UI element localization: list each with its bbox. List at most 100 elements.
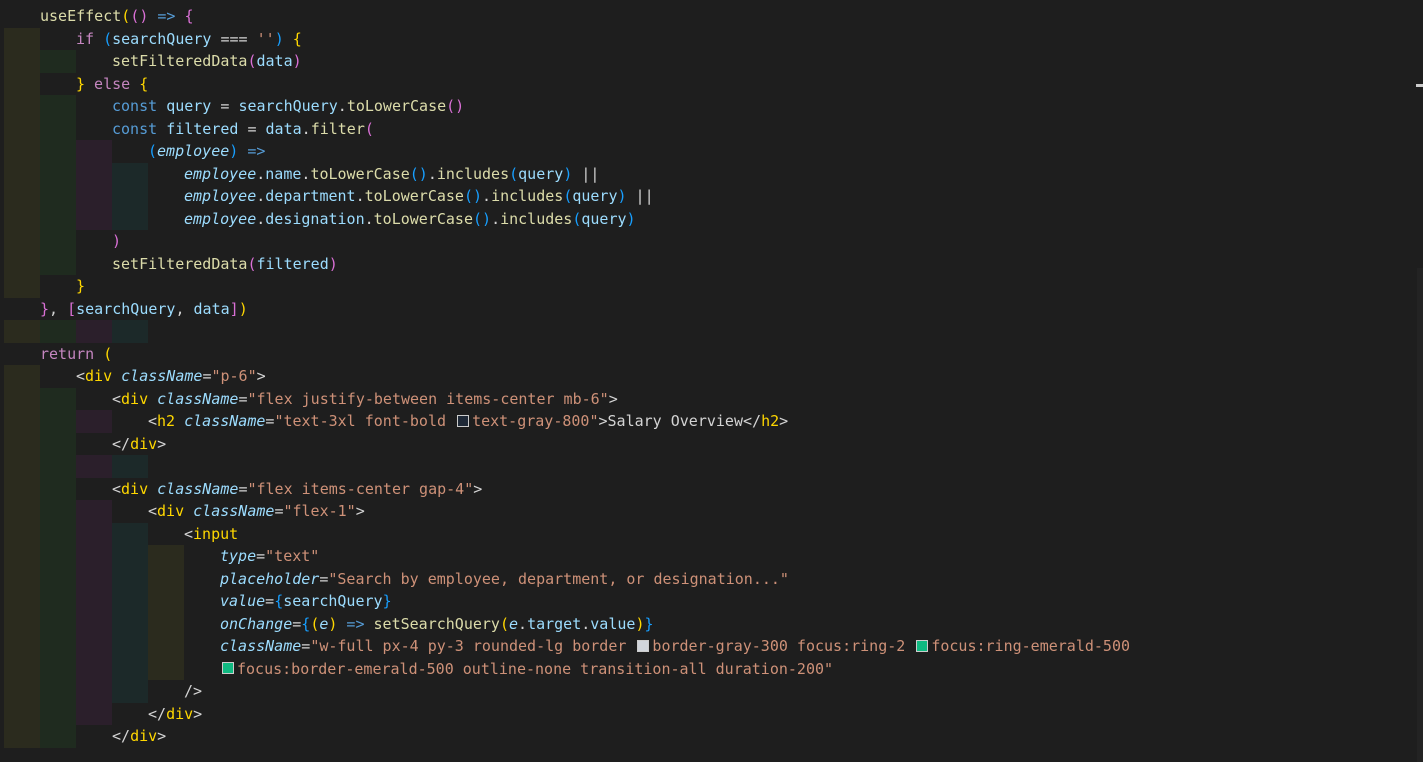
code-line[interactable]: } [0, 275, 1423, 298]
indent-guide [4, 477, 40, 500]
code-line[interactable]: onChange={(e) => setSearchQuery(e.target… [0, 612, 1423, 635]
code-line[interactable]: <div className="flex justify-between ite… [0, 387, 1423, 410]
code-text: employee.designation.toLowerCase().inclu… [184, 208, 636, 231]
code-line[interactable]: employee.department.toLowerCase().includ… [0, 185, 1423, 208]
color-swatch[interactable] [637, 639, 650, 652]
indent-guide [112, 162, 148, 185]
code-token: < [76, 367, 86, 385]
code-token: query [518, 164, 564, 183]
indent-guide [40, 185, 76, 208]
indent-guide [4, 410, 40, 433]
code-line[interactable] [0, 455, 1423, 478]
code-token: ( [364, 119, 374, 138]
code-token: className [220, 637, 302, 655]
code-token: < [148, 502, 158, 520]
code-line[interactable]: </div> [0, 702, 1423, 725]
code-text: <h2 className="text-3xl font-bold text-g… [148, 410, 788, 433]
code-line[interactable]: setFilteredData(filtered) [0, 252, 1423, 275]
code-line[interactable]: <div className="p-6"> [0, 365, 1423, 388]
code-token: searchQuery [112, 29, 212, 48]
code-text: } [76, 275, 85, 298]
code-token: = [301, 637, 311, 655]
code-text: if (searchQuery === '') { [76, 28, 302, 51]
code-token: className [157, 479, 239, 498]
color-swatch[interactable] [916, 639, 929, 652]
indent-guide [40, 387, 76, 410]
code-token: [ [67, 299, 77, 318]
code-line[interactable]: <h2 className="text-3xl font-bold text-g… [0, 410, 1423, 433]
code-token: > [157, 727, 167, 745]
code-line[interactable]: if (searchQuery === '') { [0, 27, 1423, 51]
indent-guide [4, 320, 40, 343]
code-token: setFilteredData [112, 52, 248, 70]
indent-guide [76, 140, 112, 163]
code-line[interactable]: }, [searchQuery, data]) [0, 298, 1423, 321]
code-line[interactable]: placeholder="Search by employee, departm… [0, 567, 1423, 591]
indent-guide [4, 50, 40, 73]
code-line[interactable]: /> [0, 680, 1423, 703]
code-token: . [482, 187, 492, 205]
code-line[interactable]: </div> [0, 432, 1423, 455]
code-line[interactable]: ) [0, 230, 1423, 253]
code-text: type="text" [220, 545, 319, 568]
code-token: e [509, 614, 519, 633]
code-line[interactable]: setFilteredData(data) [0, 50, 1423, 73]
code-line[interactable]: </div> [0, 725, 1423, 748]
indent-guide [148, 612, 184, 635]
code-token: className [184, 412, 266, 430]
code-token: { [301, 614, 311, 633]
code-text: (employee) => [148, 140, 265, 163]
code-token: . [337, 97, 347, 115]
indent-guide [40, 612, 76, 635]
color-swatch[interactable] [222, 662, 234, 674]
code-editor[interactable]: useEffect(() => {if (searchQuery === '')… [0, 0, 1423, 762]
code-token: . [256, 164, 266, 183]
code-line[interactable]: type="text" [0, 545, 1423, 568]
code-token: className [157, 389, 239, 408]
code-token: toLowerCase [364, 187, 464, 205]
indent-guide [4, 185, 40, 208]
indent-guide [4, 27, 40, 50]
code-token: setFilteredData [112, 254, 248, 273]
code-line[interactable]: return ( [0, 343, 1423, 366]
code-line[interactable]: <div className="flex items-center gap-4"… [0, 477, 1423, 500]
code-line[interactable]: const query = searchQuery.toLowerCase() [0, 95, 1423, 118]
code-token: else [85, 74, 140, 93]
code-token: filtered [166, 119, 239, 138]
indent-guide [40, 410, 76, 433]
code-line[interactable]: <input [0, 522, 1423, 545]
code-line[interactable]: className="w-full px-4 py-3 rounded-lg b… [0, 635, 1423, 658]
code-line[interactable]: focus:border-emerald-500 outline-none tr… [0, 657, 1423, 680]
color-swatch[interactable] [457, 414, 470, 427]
code-line[interactable]: (employee) => [0, 140, 1423, 163]
code-line[interactable]: employee.designation.toLowerCase().inclu… [0, 207, 1423, 231]
code-text: <div className="p-6"> [76, 365, 266, 388]
indent-guide [76, 567, 112, 590]
code-token: ) [563, 164, 573, 183]
code-line[interactable]: const filtered = data.filter( [0, 117, 1423, 140]
indent-guide [40, 162, 76, 185]
code-token: h2 [157, 412, 176, 430]
code-token: div [157, 502, 185, 520]
code-token: Salary Overview [607, 412, 743, 430]
code-token: < [112, 389, 122, 408]
code-text: placeholder="Search by employee, departm… [220, 568, 789, 591]
code-token: employee [184, 164, 257, 183]
code-token: employee [184, 209, 257, 228]
code-token: () [130, 7, 149, 25]
code-token: includes [436, 164, 510, 183]
code-line[interactable]: value={searchQuery} [0, 590, 1423, 613]
code-line[interactable]: } else { [0, 72, 1423, 95]
indent-guide [4, 95, 40, 118]
indent-guide [76, 680, 112, 703]
code-token: . [355, 187, 365, 205]
indent-guide [4, 657, 40, 680]
code-line[interactable]: employee.name.toLowerCase().includes(que… [0, 162, 1423, 185]
code-line[interactable]: useEffect(() => { [0, 5, 1423, 28]
code-line[interactable]: <div className="flex-1"> [0, 500, 1423, 523]
indent-guide [112, 320, 148, 343]
indent-guide [112, 207, 148, 230]
code-line[interactable] [0, 320, 1423, 343]
